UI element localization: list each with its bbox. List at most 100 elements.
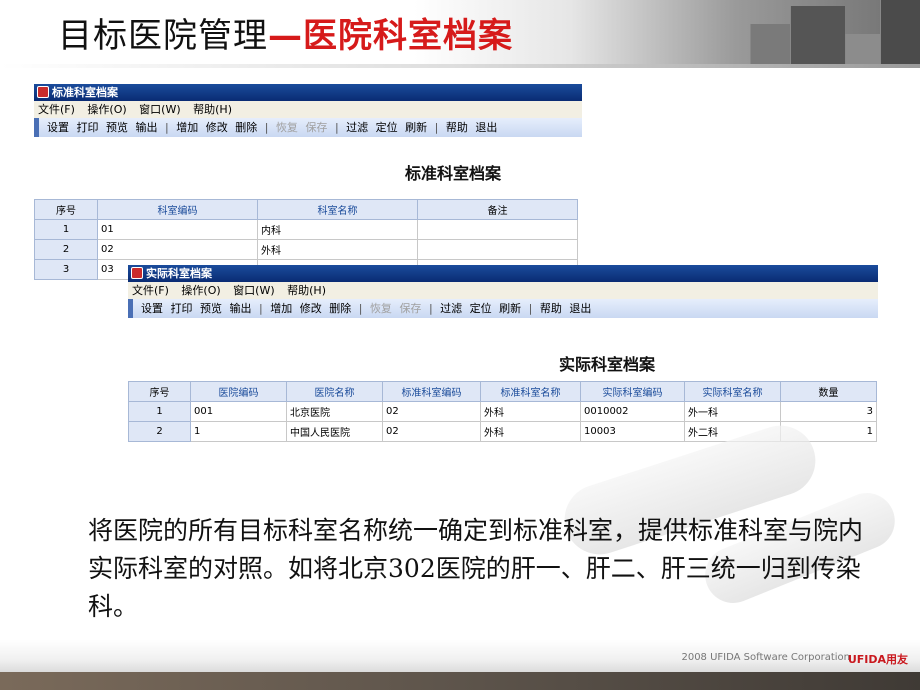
table-cell: 3: [34, 259, 98, 280]
add-button[interactable]: 增加: [270, 302, 292, 315]
menu-bar: 文件(F) 操作(O) 窗口(W) 帮助(H): [128, 282, 878, 299]
export-button[interactable]: 输出: [230, 302, 252, 315]
column-header: 实际科室编码: [580, 381, 685, 402]
column-header: 序号: [128, 381, 191, 402]
menu-help[interactable]: 帮助(H): [193, 103, 232, 116]
toolbar: 设置 打印 预览 输出 | 增加 修改 删除 | 恢复 保存 | 过滤 定位 刷…: [34, 118, 582, 137]
table-cell[interactable]: 中国人民医院: [286, 421, 383, 442]
table-cell[interactable]: 外一科: [684, 401, 781, 422]
table-cell[interactable]: 02: [97, 239, 258, 260]
locate-button[interactable]: 定位: [376, 121, 398, 134]
table-cell[interactable]: 0010002: [580, 401, 685, 422]
print-button[interactable]: 打印: [77, 121, 99, 134]
menu-help[interactable]: 帮助(H): [287, 284, 326, 297]
table-cell[interactable]: 外科: [480, 401, 581, 422]
slide-header: 目标医院管理—医院科室档案: [0, 0, 920, 64]
table-cell[interactable]: [417, 239, 578, 260]
table-cell[interactable]: 北京医院: [286, 401, 383, 422]
restore-button: 恢复: [369, 302, 392, 315]
menu-window[interactable]: 窗口(W): [139, 103, 180, 116]
window-title: 实际科室档案: [146, 267, 212, 280]
window-titlebar: 标准科室档案: [34, 84, 582, 101]
menu-operate[interactable]: 操作(O): [181, 284, 220, 297]
menu-window[interactable]: 窗口(W): [233, 284, 274, 297]
footer-band: [0, 672, 920, 690]
settings-button[interactable]: 设置: [141, 302, 163, 315]
locate-button[interactable]: 定位: [470, 302, 492, 315]
table-cell: 2: [34, 239, 98, 260]
help-button[interactable]: 帮助: [446, 121, 468, 134]
column-header: 实际科室名称: [684, 381, 781, 402]
delete-button[interactable]: 删除: [329, 302, 351, 315]
slide-title-part-a: 目标医院管理: [58, 16, 268, 56]
table-cell[interactable]: 内科: [257, 219, 418, 240]
print-button[interactable]: 打印: [171, 302, 193, 315]
export-button[interactable]: 输出: [136, 121, 158, 134]
table-row[interactable]: 1 01 内科: [34, 219, 578, 240]
toolbar-separator: |: [358, 302, 363, 315]
table-cell: 1: [34, 219, 98, 240]
table-row[interactable]: 1 001 北京医院 02 外科 0010002 外一科 3: [128, 401, 877, 422]
refresh-button[interactable]: 刷新: [405, 121, 427, 134]
delete-button[interactable]: 删除: [235, 121, 257, 134]
filter-button[interactable]: 过滤: [440, 302, 462, 315]
table-cell: 1: [128, 401, 191, 422]
table-cell[interactable]: 1: [190, 421, 287, 442]
header-buildings-image: [730, 0, 920, 64]
slide-title-part-b: —医院科室档案: [268, 16, 513, 56]
document-heading: 实际科室档案: [559, 355, 656, 374]
save-button: 保存: [305, 121, 328, 134]
table-cell[interactable]: 01: [97, 219, 258, 240]
help-button[interactable]: 帮助: [540, 302, 562, 315]
slide-title: 目标医院管理—医院科室档案: [58, 8, 513, 57]
toolbar-separator: |: [165, 121, 169, 134]
standard-department-window: 标准科室档案 文件(F) 操作(O) 窗口(W) 帮助(H) 设置 打印 预览 …: [34, 84, 582, 284]
window-title: 标准科室档案: [52, 86, 118, 99]
edit-button[interactable]: 修改: [300, 302, 322, 315]
column-header: 数量: [780, 381, 877, 402]
table-cell[interactable]: 02: [382, 421, 481, 442]
table-row[interactable]: 2 02 外科: [34, 239, 578, 260]
table-cell: 2: [128, 421, 191, 442]
table-cell[interactable]: [417, 219, 578, 240]
toolbar-separator: |: [264, 121, 269, 134]
settings-button[interactable]: 设置: [47, 121, 69, 134]
exit-button[interactable]: 退出: [475, 121, 497, 134]
table-cell[interactable]: 外科: [257, 239, 418, 260]
refresh-button[interactable]: 刷新: [499, 302, 521, 315]
body-paragraph: 将医院的所有目标科室名称统一确定到标准科室，提供标准科室与院内实际科室的对照。如…: [88, 516, 864, 621]
menu-operate[interactable]: 操作(O): [87, 103, 126, 116]
column-header: 备注: [417, 199, 578, 220]
save-button: 保存: [399, 302, 422, 315]
column-header: 医院名称: [286, 381, 383, 402]
column-header: 医院编码: [190, 381, 287, 402]
column-header: 标准科室编码: [382, 381, 481, 402]
window-titlebar: 实际科室档案: [128, 265, 878, 282]
toolbar-separator: |: [528, 302, 533, 315]
column-header: 科室名称: [257, 199, 418, 220]
menu-file[interactable]: 文件(F): [132, 284, 169, 297]
toolbar-separator: |: [428, 302, 433, 315]
document-heading: 标准科室档案: [405, 164, 502, 183]
app-icon: [131, 267, 143, 279]
actual-department-window: 实际科室档案 文件(F) 操作(O) 窗口(W) 帮助(H) 设置 打印 预览 …: [128, 265, 878, 447]
table-cell[interactable]: 10003: [580, 421, 685, 442]
menu-file[interactable]: 文件(F): [38, 103, 75, 116]
header-divider: [0, 64, 920, 68]
table-cell[interactable]: 02: [382, 401, 481, 422]
column-header: 序号: [34, 199, 98, 220]
exit-button[interactable]: 退出: [569, 302, 591, 315]
table-cell[interactable]: 001: [190, 401, 287, 422]
filter-button[interactable]: 过滤: [346, 121, 368, 134]
preview-button[interactable]: 预览: [200, 302, 222, 315]
edit-button[interactable]: 修改: [206, 121, 228, 134]
table-cell[interactable]: 外科: [480, 421, 581, 442]
column-header: 科室编码: [97, 199, 258, 220]
table-cell[interactable]: 3: [780, 401, 877, 422]
add-button[interactable]: 增加: [176, 121, 198, 134]
toolbar-separator: |: [434, 121, 439, 134]
brand-logo: UFIDA用友: [847, 653, 908, 666]
toolbar: 设置 打印 预览 输出 | 增加 修改 删除 | 恢复 保存 | 过滤 定位 刷…: [128, 299, 878, 318]
restore-button: 恢复: [275, 121, 298, 134]
preview-button[interactable]: 预览: [106, 121, 128, 134]
